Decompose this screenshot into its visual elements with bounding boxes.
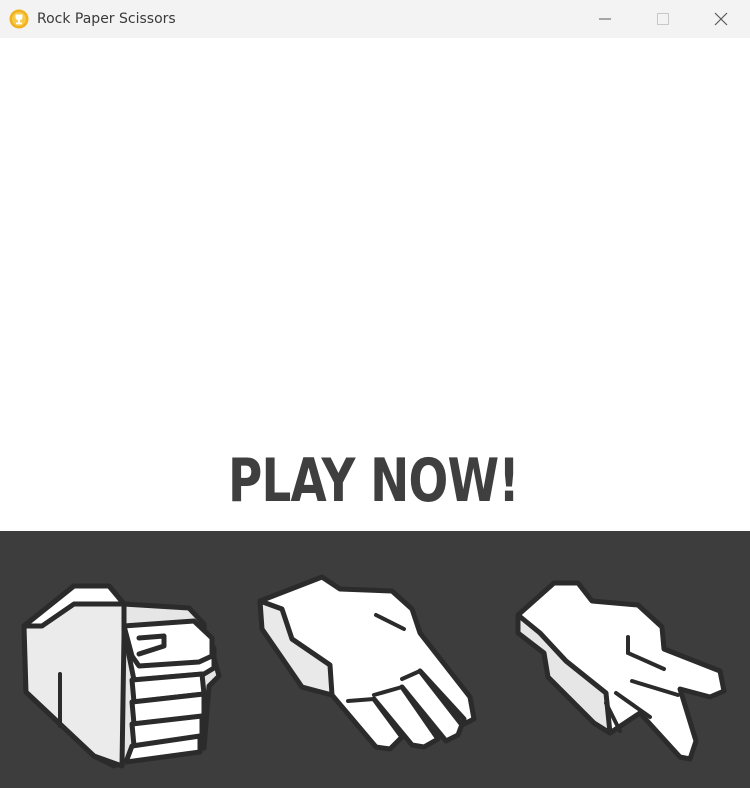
rock-button[interactable]: [14, 576, 228, 772]
paper-hand-icon: [257, 574, 477, 752]
hand-choice-panel: [0, 531, 750, 788]
scissors-button[interactable]: [510, 573, 732, 763]
play-now-heading: PLAY NOW!: [227, 446, 520, 516]
rock-hand-icon: [21, 583, 222, 769]
maximize-button[interactable]: [634, 0, 692, 38]
title-bar[interactable]: Rock Paper Scissors: [0, 0, 750, 38]
maximize-icon: [657, 13, 669, 25]
window-title: Rock Paper Scissors: [37, 11, 176, 27]
close-icon: [714, 12, 728, 26]
scissors-hand-icon: [515, 580, 727, 762]
app-window: Rock Paper Scissors PLAY NOW!: [0, 0, 750, 788]
paper-button[interactable]: [252, 569, 484, 755]
window-controls: [576, 0, 750, 38]
close-button[interactable]: [692, 0, 750, 38]
minimize-button[interactable]: [576, 0, 634, 38]
main-content: PLAY NOW!: [0, 38, 750, 531]
minimize-icon: [599, 18, 611, 20]
trophy-icon: [9, 9, 29, 29]
